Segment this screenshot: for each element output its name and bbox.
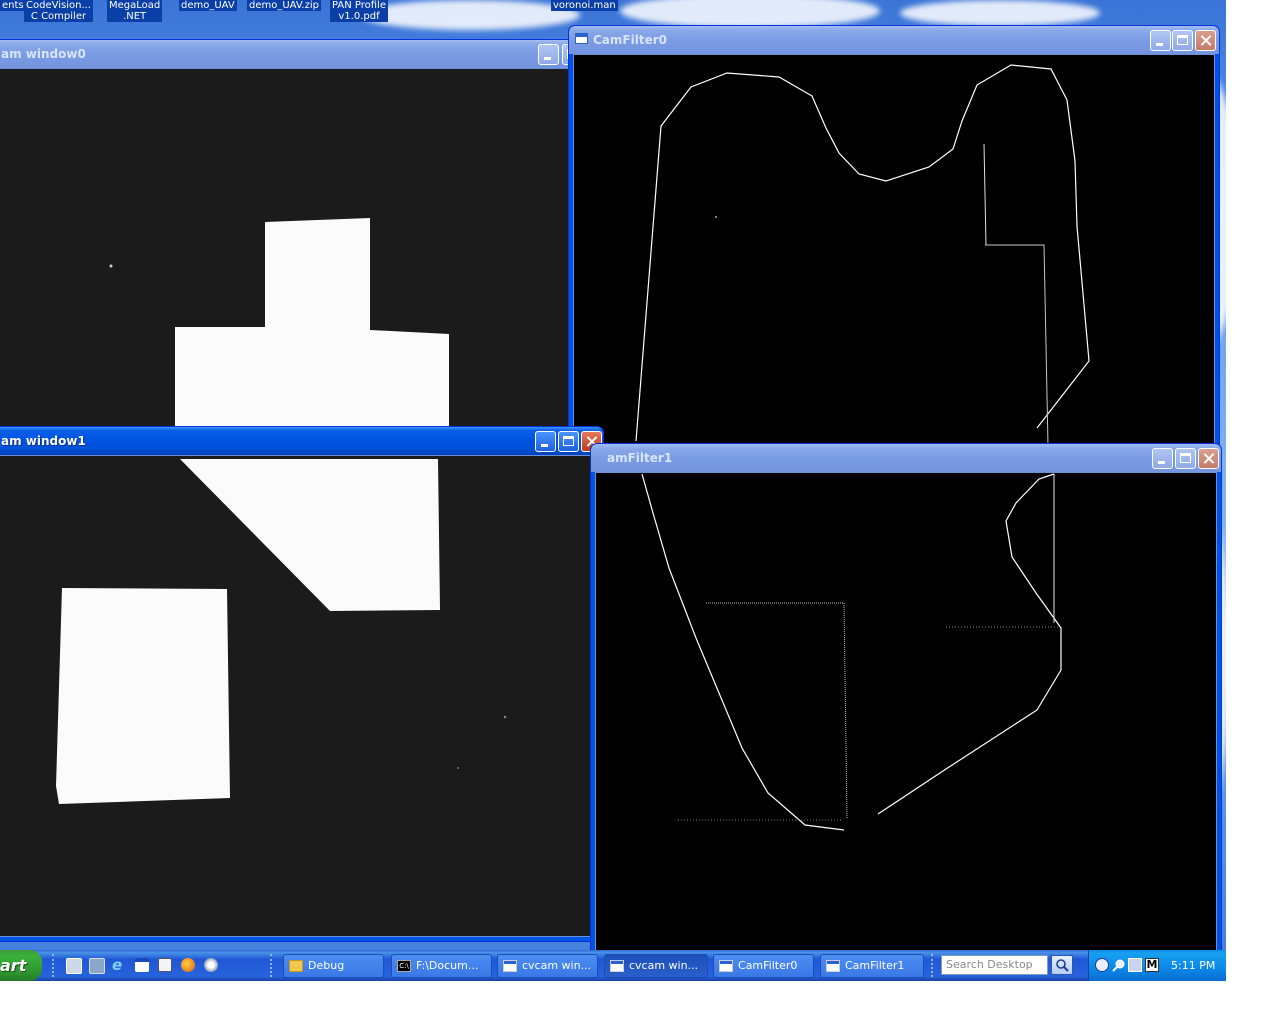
desktop-icon-label[interactable]: PAN Profile v1.0.pdf (330, 0, 388, 22)
window-icon (826, 960, 840, 972)
desktop: ents CodeVision... C Compiler MegaLoad .… (0, 0, 1226, 981)
toolbar-grip[interactable] (270, 954, 275, 977)
taskbar-button-label: F:\Docum... (416, 959, 479, 972)
minimize-button[interactable] (1152, 448, 1173, 469)
desktop-icon-label[interactable]: CodeVision... C Compiler (24, 0, 93, 22)
taskbar-button-debug[interactable]: Debug (283, 954, 384, 978)
camfilter-window-0[interactable]: CamFilter0 (568, 25, 1220, 455)
desktop-icon-label[interactable]: demo_UAV (179, 0, 237, 11)
network-icon[interactable] (1128, 958, 1142, 972)
m-icon[interactable]: M (1145, 958, 1159, 972)
white-object (175, 218, 449, 433)
search-tray-icon[interactable] (1112, 958, 1126, 972)
calculator-icon[interactable] (158, 958, 172, 972)
title-bar[interactable]: am window1 (0, 427, 603, 455)
maximize-button[interactable] (1172, 30, 1193, 51)
maximize-button[interactable] (1175, 448, 1196, 469)
taskbar: art e Debug C:\ F:\Docum... cvcam win... … (0, 950, 1226, 981)
taskbar-button-label: cvcam win... (629, 959, 699, 972)
taskbar-button-label: CamFilter1 (845, 959, 905, 972)
contour-frame (635, 64, 1090, 447)
search-desktop-input[interactable]: Search Desktop (941, 955, 1048, 975)
folder-icon (289, 960, 303, 972)
toolbar-grip[interactable] (52, 954, 57, 977)
disk-icon[interactable] (89, 958, 105, 974)
firefox-icon[interactable] (181, 958, 195, 972)
desktop-icon-label[interactable]: ents (0, 0, 26, 11)
title-bar[interactable]: CamFilter0 (569, 26, 1219, 54)
desktop-icon[interactable] (66, 958, 82, 974)
taskbar-button-cvcam-1[interactable]: cvcam win... (497, 954, 598, 978)
cam-window-0[interactable]: am window0 (0, 39, 582, 439)
window-icon (719, 960, 733, 972)
contour-frame (641, 473, 1062, 831)
taskbar-button-camfilter0[interactable]: CamFilter0 (713, 954, 814, 978)
close-button[interactable] (1198, 448, 1219, 469)
desktop-icon-label[interactable]: MegaLoad .NET (107, 0, 163, 22)
cloud (620, 0, 880, 28)
window-title: CamFilter0 (593, 33, 667, 47)
clock[interactable]: 5:11 PM (1171, 959, 1215, 972)
minimize-button[interactable] (538, 44, 559, 65)
taskbar-button-label: cvcam win... (522, 959, 592, 972)
white-object (180, 459, 440, 611)
window-icon (575, 33, 588, 44)
window-icon (610, 960, 624, 972)
start-button[interactable]: art (0, 950, 42, 981)
window-title: am window0 (1, 47, 86, 61)
taskbar-button-cmd[interactable]: C:\ F:\Docum... (391, 954, 492, 978)
cloud (900, 0, 1100, 26)
filter-view-1 (595, 472, 1217, 958)
window-title: am window1 (1, 434, 86, 448)
toolbar-grip[interactable] (931, 954, 936, 977)
window-icon (503, 960, 517, 972)
camera-frame (56, 459, 507, 804)
filter-view-0 (573, 54, 1215, 450)
back-arrow-icon[interactable] (1095, 958, 1109, 972)
cloud (360, 0, 580, 30)
window-title: amFilter1 (607, 451, 673, 465)
cmd-icon: C:\ (397, 960, 411, 972)
search-icon[interactable] (1051, 955, 1073, 975)
system-tray: M 5:11 PM (1088, 950, 1226, 981)
desktop-icon-label[interactable]: demo_UAV.zip (247, 0, 321, 11)
title-bar[interactable]: am window0 (0, 40, 581, 68)
maximize-button[interactable] (558, 431, 579, 452)
window-icon[interactable] (135, 958, 149, 972)
taskbar-button-cvcam-2[interactable]: cvcam win... (604, 954, 708, 978)
white-object (56, 588, 230, 804)
start-label: art (0, 956, 27, 975)
media-player-icon[interactable] (204, 958, 218, 972)
taskbar-button-label: Debug (308, 959, 345, 972)
close-button[interactable] (1195, 30, 1216, 51)
internet-explorer-icon[interactable]: e (112, 958, 126, 973)
title-bar[interactable]: amFilter1 (591, 444, 1221, 472)
taskbar-button-camfilter1[interactable]: CamFilter1 (820, 954, 924, 978)
minimize-button[interactable] (535, 431, 556, 452)
camera-view-0 (0, 68, 577, 434)
minimize-button[interactable] (1150, 30, 1171, 51)
camfilter-window-1[interactable]: amFilter1 (590, 443, 1222, 963)
cam-window-1[interactable]: am window1 (0, 426, 604, 942)
camera-frame (109, 218, 449, 433)
taskbar-button-label: CamFilter0 (738, 959, 798, 972)
camera-view-1 (0, 455, 599, 937)
desktop-icon-label[interactable]: voronoi.man (551, 0, 618, 11)
